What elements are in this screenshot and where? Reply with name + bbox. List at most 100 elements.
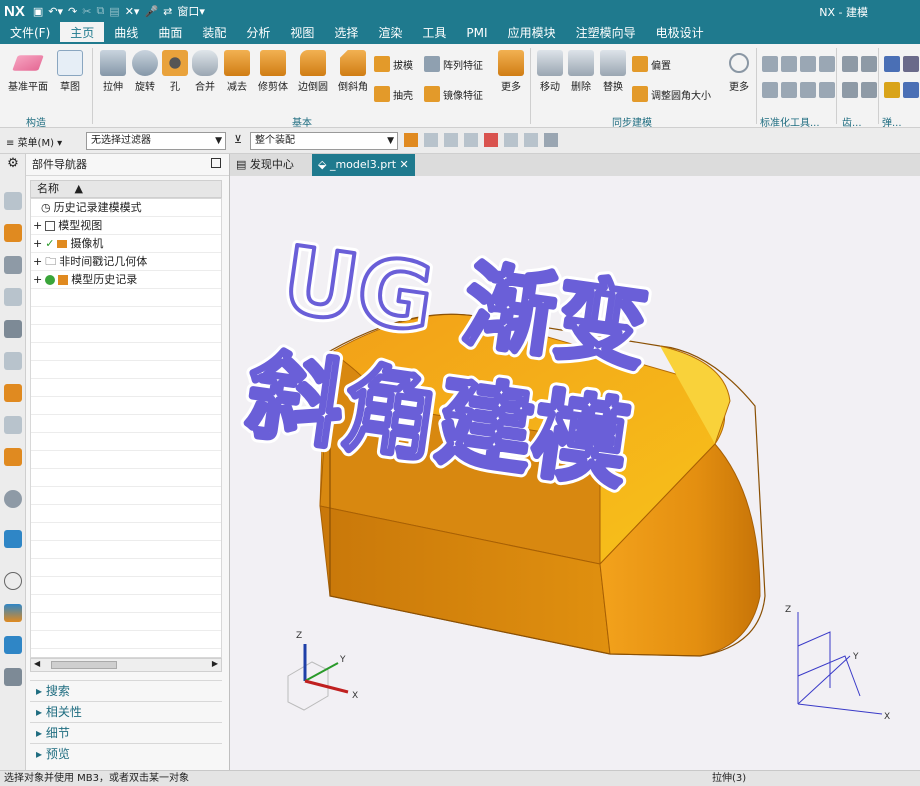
- revolve-button[interactable]: 旋转: [130, 50, 160, 93]
- expand-icon[interactable]: +: [33, 235, 42, 253]
- scroll-left-icon[interactable]: ◀: [34, 659, 40, 668]
- snap-icon[interactable]: [524, 133, 538, 147]
- menu-assembly[interactable]: 装配: [192, 22, 236, 44]
- list-item[interactable]: + 🗀 非时间戳记几何体: [31, 253, 221, 271]
- list-item[interactable]: + 模型历史记录: [31, 271, 221, 289]
- sync-icon[interactable]: ⇄: [163, 5, 172, 18]
- spring-tool-icons-2[interactable]: [884, 82, 919, 98]
- section-dependencies[interactable]: ▸ 相关性: [30, 701, 222, 722]
- save-icon[interactable]: ▣: [33, 5, 43, 18]
- std-tool-icons-row2[interactable]: [762, 82, 835, 98]
- move-face-button[interactable]: 移动: [534, 50, 566, 93]
- extrude-button[interactable]: 拉伸: [98, 50, 128, 93]
- snap-icon[interactable]: [444, 133, 458, 147]
- spring-tool-icons[interactable]: [884, 56, 919, 72]
- process-studio-icon[interactable]: [4, 490, 22, 508]
- menu-mold-wizard[interactable]: 注塑模向导: [566, 22, 646, 44]
- tab-discovery-center[interactable]: ▤ 发现中心: [230, 154, 300, 176]
- part-navigator-icon[interactable]: [4, 256, 22, 274]
- expand-icon[interactable]: +: [33, 271, 42, 289]
- sketch-button[interactable]: 草图: [54, 50, 86, 93]
- menu-select[interactable]: 选择: [324, 22, 368, 44]
- more-sync-button[interactable]: 更多: [724, 50, 754, 93]
- list-item[interactable]: + ✓ 摄像机: [31, 235, 221, 253]
- maximize-icon[interactable]: [211, 158, 221, 168]
- select-icon[interactable]: [404, 133, 418, 147]
- name-column-header[interactable]: 名称 ▲: [30, 180, 222, 198]
- menu-home[interactable]: 主页: [60, 22, 105, 44]
- replace-face-button[interactable]: 替换: [598, 50, 628, 93]
- expand-icon[interactable]: +: [33, 253, 42, 271]
- section-preview[interactable]: ▸ 预览: [30, 743, 222, 764]
- scrollbar-thumb[interactable]: [51, 661, 117, 669]
- snap-icon[interactable]: [504, 133, 518, 147]
- roles-icon[interactable]: [4, 384, 22, 402]
- microphone-icon[interactable]: 🎤: [144, 5, 158, 18]
- menu-analysis[interactable]: 分析: [236, 22, 280, 44]
- menu-render[interactable]: 渲染: [368, 22, 412, 44]
- scroll-right-icon[interactable]: ▶: [212, 659, 218, 668]
- constraint-navigator-icon[interactable]: [4, 224, 22, 242]
- tab-model3[interactable]: ⬙ _model3.prt ✕: [312, 154, 415, 176]
- undo-icon[interactable]: ↶▾: [48, 5, 63, 18]
- copy-icon[interactable]: ⧉: [96, 4, 104, 18]
- window-menu[interactable]: 窗口▾: [177, 3, 205, 19]
- close-icon[interactable]: ✕▾: [125, 5, 140, 18]
- paste-icon[interactable]: ▤: [109, 5, 119, 18]
- web-browser-icon[interactable]: [4, 530, 22, 548]
- scope-select[interactable]: 整个装配 ▼: [250, 132, 398, 150]
- datum-plane-button[interactable]: 基准平面: [6, 50, 50, 93]
- redo-icon[interactable]: ↷: [68, 5, 77, 18]
- shell-button[interactable]: 抽壳: [374, 86, 413, 102]
- menu-tools[interactable]: 工具: [412, 22, 456, 44]
- pattern-feature-button[interactable]: 阵列特征: [424, 56, 483, 72]
- menu-curve[interactable]: 曲线: [104, 22, 148, 44]
- filter-icon[interactable]: ⊻: [234, 133, 242, 146]
- std-tool-icons-row1[interactable]: [762, 56, 835, 72]
- menu-dropdown[interactable]: ≡ 菜单(M) ▾: [6, 134, 62, 149]
- close-icon[interactable]: ✕: [400, 158, 409, 171]
- tools-icon[interactable]: [4, 668, 22, 686]
- offset-face-button[interactable]: 偏置: [632, 56, 671, 72]
- type-filter-select[interactable]: 无选择过滤器 ▼: [86, 132, 226, 150]
- clock-icon[interactable]: [4, 572, 22, 590]
- expand-icon[interactable]: +: [33, 217, 42, 235]
- assembly-navigator-icon[interactable]: [4, 192, 22, 210]
- draft-button[interactable]: 拔模: [374, 56, 413, 72]
- system-materials-icon[interactable]: [4, 448, 22, 466]
- snap-icon[interactable]: [484, 133, 498, 147]
- cut-icon[interactable]: ✂: [82, 5, 91, 18]
- hole-button[interactable]: 孔: [162, 50, 188, 93]
- edge-blend-button[interactable]: 边倒圆: [294, 50, 332, 93]
- history-icon[interactable]: [4, 416, 22, 434]
- menu-surface[interactable]: 曲面: [148, 22, 192, 44]
- menu-view[interactable]: 视图: [280, 22, 324, 44]
- snap-icons[interactable]: [404, 133, 558, 147]
- section-details[interactable]: ▸ 细节: [30, 722, 222, 743]
- menu-pmi[interactable]: PMI: [456, 22, 497, 44]
- resize-blend-button[interactable]: 调整圆角大小: [632, 86, 711, 102]
- subtract-button[interactable]: 减去: [222, 50, 252, 93]
- snap-icon[interactable]: [544, 133, 558, 147]
- horizontal-scrollbar[interactable]: ◀ ▶: [30, 658, 222, 672]
- snap-icon[interactable]: [424, 133, 438, 147]
- kf-icon[interactable]: [4, 636, 22, 654]
- graphics-window[interactable]: Z Y X Z Y X UG 渐变 UG 渐变 斜角建模 斜角建模: [230, 176, 920, 770]
- chamfer-button[interactable]: 倒斜角: [334, 50, 372, 93]
- view-manager-icon[interactable]: [4, 320, 22, 338]
- list-item[interactable]: + 模型视图: [31, 217, 221, 235]
- list-item[interactable]: ◷ 历史记录建模模式: [31, 199, 221, 217]
- drafting-icon[interactable]: [4, 352, 22, 370]
- gear-tool-icons[interactable]: [842, 56, 877, 72]
- snap-icon[interactable]: [464, 133, 478, 147]
- delete-face-button[interactable]: 删除: [566, 50, 596, 93]
- reuse-library-icon[interactable]: [4, 288, 22, 306]
- trim-body-button[interactable]: 修剪体: [254, 50, 292, 93]
- menu-applications[interactable]: 应用模块: [498, 22, 566, 44]
- gear-icon[interactable]: ⚙: [4, 156, 22, 174]
- menu-file[interactable]: 文件(F): [0, 22, 60, 44]
- gear-tool-icons-2[interactable]: [842, 82, 877, 98]
- unite-button[interactable]: 合并: [190, 50, 220, 93]
- menu-electrode[interactable]: 电极设计: [646, 22, 714, 44]
- analysis-icon[interactable]: [4, 604, 22, 622]
